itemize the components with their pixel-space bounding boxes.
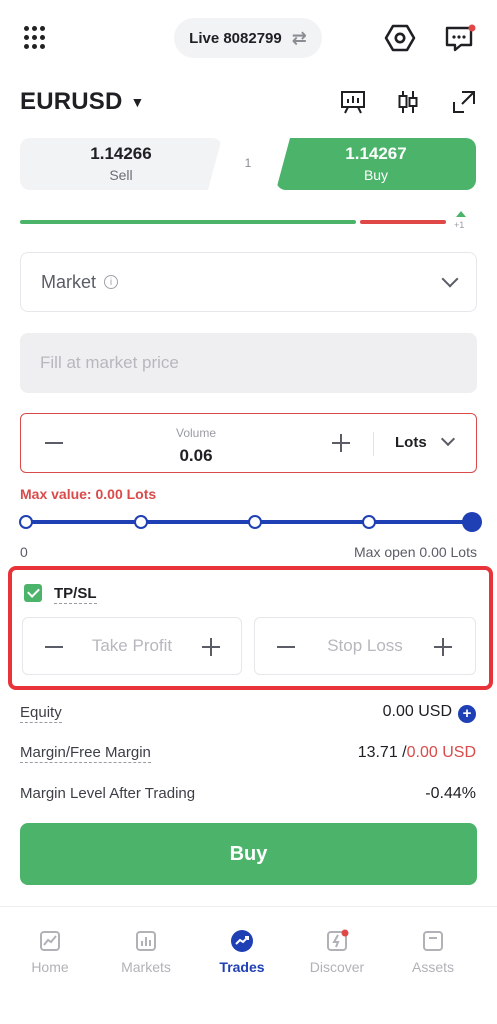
nav-home[interactable]: Home — [5, 929, 95, 975]
take-profit-input[interactable]: Take Profit — [22, 617, 242, 675]
margin-value: 13.71 / — [357, 744, 407, 761]
order-type-label: Market — [41, 271, 97, 292]
order-type-select[interactable]: Market i — [20, 252, 477, 312]
nav-markets-label: Markets — [121, 959, 171, 975]
volume-error: Max value: 0.00 Lots — [20, 486, 157, 502]
equity-row-value: 0.00 USD + — [383, 703, 476, 723]
swap-icon: ⇄ — [291, 27, 307, 48]
trades-icon — [231, 930, 253, 952]
messages-icon[interactable] — [444, 24, 476, 54]
margin-label[interactable]: Margin/Free Margin — [20, 744, 151, 763]
account-label: Live 8082799 — [189, 29, 282, 47]
spread-value: 1 — [244, 156, 252, 170]
slider-handle[interactable] — [462, 512, 482, 532]
sell-button[interactable]: 1.14266 Sell — [20, 138, 222, 190]
bottom-nav: Home Markets Trades Discover Assets — [0, 906, 497, 1024]
nav-home-label: Home — [31, 959, 69, 975]
sell-price: 1.14266 — [90, 144, 152, 163]
caret-down-icon: ▼ — [130, 94, 145, 110]
nav-discover[interactable]: Discover — [292, 929, 382, 975]
slider-step[interactable] — [134, 515, 148, 529]
nav-assets-label: Assets — [411, 959, 454, 975]
volume-input[interactable]: Volume 0.06 Lots — [20, 413, 477, 473]
chevron-down-icon — [440, 431, 456, 447]
volume-unit-select[interactable]: Lots — [395, 434, 427, 451]
free-margin-value: 0.00 USD — [406, 744, 476, 761]
add-funds-icon[interactable]: + — [458, 705, 476, 723]
tpsl-label: TP/SL — [54, 585, 97, 604]
take-profit-increase-button-vertical[interactable] — [210, 638, 212, 656]
margin-level-label: Margin Level After Trading — [20, 785, 196, 802]
symbol-name: EURUSD — [20, 88, 123, 115]
nav-markets[interactable]: Markets — [101, 929, 191, 975]
apps-grid-icon[interactable] — [24, 26, 48, 50]
fill-price-field: Fill at market price — [20, 333, 477, 393]
discover-icon — [327, 929, 349, 951]
slider-step[interactable] — [19, 515, 33, 529]
volume-increase-button-vertical[interactable] — [340, 434, 342, 452]
assets-icon — [423, 931, 443, 951]
trend-up-icon — [456, 211, 466, 217]
divider — [373, 432, 374, 456]
info-icon[interactable]: i — [104, 275, 119, 289]
volume-decrease-button[interactable] — [45, 442, 63, 444]
nav-trades[interactable]: Trades — [197, 929, 287, 975]
symbol-selector[interactable]: EURUSD ▼ — [20, 88, 145, 116]
margin-level-value: -0.44% — [425, 785, 476, 802]
equity-label[interactable]: Equity — [20, 704, 62, 723]
candlestick-icon[interactable] — [394, 88, 422, 116]
open-external-icon[interactable] — [450, 88, 478, 116]
equity-value: 0.00 USD — [382, 703, 452, 720]
account-switcher[interactable]: Live 8082799 ⇄ — [174, 18, 322, 58]
buy-price-button[interactable]: 1.14267 Buy — [276, 138, 476, 190]
buy-label: Buy — [363, 167, 389, 183]
nav-trades-label: Trades — [219, 959, 265, 975]
nav-discover-label: Discover — [309, 959, 365, 975]
markets-bar-icon — [136, 931, 156, 951]
buy-button[interactable]: Buy — [20, 823, 477, 885]
sell-sentiment-bar — [360, 220, 446, 224]
nav-assets[interactable]: Assets — [388, 929, 478, 975]
settings-hexagon-icon[interactable] — [384, 22, 416, 54]
buy-price: 1.14267 — [345, 144, 407, 163]
chevron-down-icon — [441, 270, 459, 288]
slider-min-label: 0 — [20, 544, 28, 560]
home-chart-icon — [40, 931, 60, 951]
take-profit-decrease-button[interactable] — [45, 646, 63, 648]
sentiment-change: +1 — [454, 220, 465, 230]
tpsl-checkbox[interactable] — [24, 584, 42, 602]
stop-loss-decrease-button[interactable] — [277, 646, 295, 648]
slider-step[interactable] — [362, 515, 376, 529]
stop-loss-input[interactable]: Stop Loss — [254, 617, 476, 675]
sell-label: Sell — [109, 167, 133, 183]
volume-label: Volume — [175, 426, 217, 440]
stop-loss-increase-button-vertical[interactable] — [442, 638, 444, 656]
volume-value[interactable]: 0.06 — [21, 446, 371, 466]
chart-presentation-icon[interactable] — [339, 88, 367, 116]
buy-sentiment-bar — [20, 220, 356, 224]
slider-step[interactable] — [248, 515, 262, 529]
margin-row-value: 13.71 /0.00 USD — [358, 744, 476, 762]
slider-max-label: Max open 0.00 Lots — [354, 544, 477, 560]
